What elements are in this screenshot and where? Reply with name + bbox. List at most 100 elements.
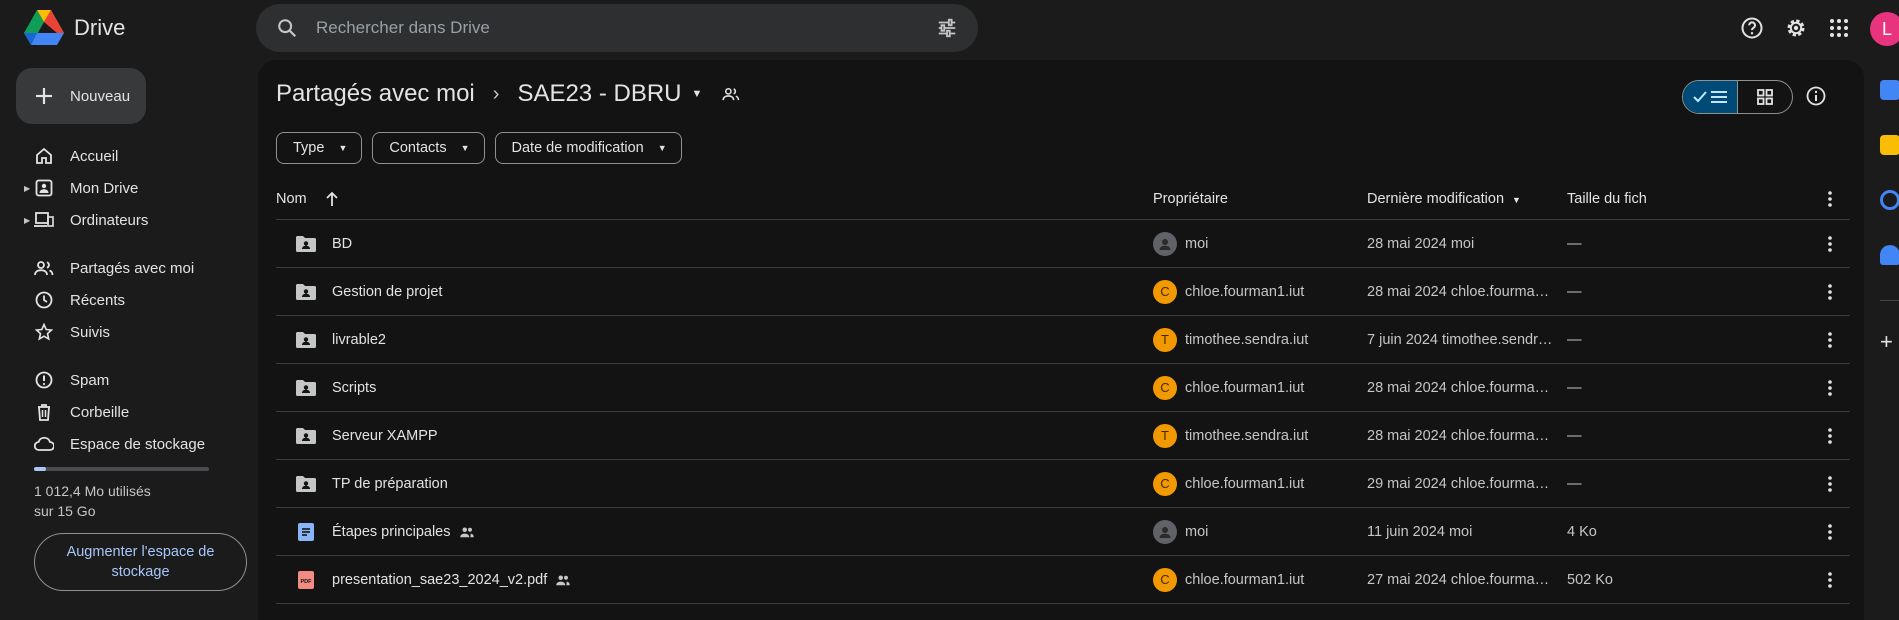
- sidebar-item-starred[interactable]: Suivis: [24, 317, 110, 347]
- column-modified[interactable]: Dernière modification ▼: [1367, 191, 1553, 207]
- apps-grid-icon[interactable]: [1826, 15, 1852, 41]
- rail-divider: [1880, 300, 1899, 301]
- more-vert-icon[interactable]: [1818, 190, 1842, 207]
- file-size: —: [1567, 475, 1582, 492]
- shared-folder-icon: [294, 280, 318, 304]
- expand-icon[interactable]: ▶: [24, 216, 30, 225]
- shared-folder-icon: [294, 376, 318, 400]
- column-owner[interactable]: Propriétaire: [1153, 191, 1228, 207]
- sort-arrow-up-icon[interactable]: [325, 191, 339, 207]
- filter-contacts[interactable]: Contacts ▼: [372, 132, 485, 164]
- cloud-icon: [34, 434, 54, 454]
- keep-icon[interactable]: [1880, 135, 1899, 155]
- shared-icon: [34, 258, 54, 278]
- breadcrumb-parent[interactable]: Partagés avec moi: [276, 80, 475, 108]
- column-name[interactable]: Nom: [276, 191, 339, 207]
- sidebar-item-label: Espace de stockage: [70, 435, 206, 453]
- grid-icon: [1757, 89, 1773, 105]
- contacts-icon[interactable]: [1880, 245, 1899, 265]
- column-size-label: Taille du fich: [1567, 190, 1647, 207]
- owner-avatar: C: [1153, 567, 1177, 592]
- breadcrumb-current[interactable]: SAE23 - DBRU: [517, 80, 681, 108]
- more-actions-icon[interactable]: [1818, 379, 1842, 396]
- sidebar-item-label: Suivis: [70, 323, 111, 341]
- table-row[interactable]: livrable2 Ttimothee.sendra.iut 7 juin 2024…: [276, 316, 1850, 364]
- file-name[interactable]: Serveur XAMPP: [332, 428, 438, 444]
- owner-avatar: T: [1153, 423, 1177, 448]
- more-actions-icon[interactable]: [1818, 235, 1842, 252]
- file-name-cell: TP de préparation: [276, 472, 448, 496]
- sidebar-item-shared-with-me[interactable]: Partagés avec moi: [24, 253, 194, 283]
- table-row[interactable]: PDF presentation_sae23_2024_v2.pdf Cchloe.…: [276, 556, 1850, 604]
- search-options-icon[interactable]: [936, 17, 958, 39]
- owner-avatar: C: [1153, 471, 1177, 496]
- upgrade-storage-button[interactable]: Augmenter l'espace de stockage: [34, 533, 247, 591]
- file-name[interactable]: Étapes principales: [332, 524, 451, 540]
- file-name[interactable]: TP de préparation: [332, 476, 448, 492]
- sidebar-item-home[interactable]: Accueil: [24, 141, 118, 171]
- file-name[interactable]: Scripts: [332, 380, 376, 396]
- expand-icon[interactable]: ▶: [24, 184, 30, 193]
- tasks-icon[interactable]: [1880, 190, 1899, 210]
- list-icon: [1711, 91, 1727, 103]
- file-size: 4 Ko: [1567, 523, 1597, 540]
- sidebar-item-spam[interactable]: Spam: [24, 365, 109, 395]
- help-icon[interactable]: [1739, 15, 1765, 41]
- owner-avatar: C: [1153, 375, 1177, 400]
- modified-cell: 28 mai 2024 moi: [1367, 236, 1553, 252]
- folder-menu-dropdown-icon[interactable]: ▼: [692, 88, 703, 100]
- sidebar-item-computers[interactable]: ▶ Ordinateurs: [24, 205, 148, 235]
- storage-usage-bar: [34, 467, 209, 471]
- filter-modified-date[interactable]: Date de modification ▼: [494, 132, 682, 164]
- more-actions-icon[interactable]: [1818, 523, 1842, 540]
- add-addon-icon[interactable]: +: [1880, 331, 1899, 353]
- table-row[interactable]: Étapes principales moi 11 juin 2024 moi 4 K…: [276, 508, 1850, 556]
- modified-by: chloe.fourman1.iut: [1450, 283, 1553, 300]
- info-icon[interactable]: [1806, 86, 1826, 106]
- table-row[interactable]: Serveur XAMPP Ttimothee.sendra.iut 28 mai …: [276, 412, 1850, 460]
- calendar-icon[interactable]: [1880, 80, 1899, 100]
- file-name[interactable]: livrable2: [332, 332, 386, 348]
- owner-cell: Ttimothee.sendra.iut: [1153, 423, 1309, 448]
- more-actions-icon[interactable]: [1818, 331, 1842, 348]
- more-actions-icon[interactable]: [1818, 427, 1842, 444]
- shared-folder-icon: [294, 472, 318, 496]
- sidebar-item-label: Partagés avec moi: [70, 259, 195, 277]
- list-view-button[interactable]: [1683, 81, 1737, 113]
- sidebar-item-trash[interactable]: Corbeille: [24, 397, 129, 427]
- owner-name: chloe.fourman1.iut: [1185, 571, 1305, 588]
- new-button[interactable]: Nouveau: [16, 68, 146, 124]
- file-size: —: [1567, 331, 1582, 348]
- search-icon[interactable]: [276, 17, 298, 39]
- more-actions-icon[interactable]: [1818, 283, 1842, 300]
- search-input[interactable]: Rechercher dans Drive: [316, 18, 936, 38]
- filter-type[interactable]: Type ▼: [276, 132, 363, 164]
- more-actions-icon[interactable]: [1818, 571, 1842, 588]
- settings-icon[interactable]: [1783, 15, 1809, 41]
- search-bar[interactable]: Rechercher dans Drive: [256, 4, 978, 52]
- account-avatar[interactable]: L: [1870, 12, 1899, 46]
- file-name-cell: Serveur XAMPP: [276, 424, 438, 448]
- sidebar-item-my-drive[interactable]: ▶ Mon Drive: [24, 173, 138, 203]
- sidebar-item-storage[interactable]: Espace de stockage: [24, 429, 205, 459]
- table-row[interactable]: TP de préparation Cchloe.fourman1.iut 29 m…: [276, 460, 1850, 508]
- table-row[interactable]: Gestion de projet Cchloe.fourman1.iut 28 m…: [276, 268, 1850, 316]
- sidebar-item-recent[interactable]: Récents: [24, 285, 125, 315]
- column-size[interactable]: Taille du fich: [1567, 191, 1647, 207]
- table-row[interactable]: BD moi 28 mai 2024 moi —: [276, 220, 1850, 268]
- table-header: Nom Propriétaire Dernière modification ▼…: [276, 178, 1850, 220]
- grid-view-button[interactable]: [1737, 81, 1792, 113]
- owner-cell: moi: [1153, 519, 1208, 544]
- plus-icon: [36, 88, 52, 104]
- pdf-file-icon: PDF: [294, 568, 318, 592]
- more-actions-icon[interactable]: [1818, 475, 1842, 492]
- owner-name: timothee.sendra.iut: [1185, 427, 1309, 444]
- shared-folder-people-icon[interactable]: [722, 87, 740, 101]
- file-name[interactable]: BD: [332, 236, 352, 252]
- file-name-cell: Étapes principales: [276, 520, 475, 544]
- table-row[interactable]: Scripts Cchloe.fourman1.iut 28 mai 2024 ch…: [276, 364, 1850, 412]
- file-name[interactable]: Gestion de projet: [332, 284, 442, 300]
- dropdown-icon: ▼: [338, 143, 348, 153]
- drive-logo[interactable]: Drive: [24, 10, 125, 46]
- file-name[interactable]: presentation_sae23_2024_v2.pdf: [332, 572, 547, 588]
